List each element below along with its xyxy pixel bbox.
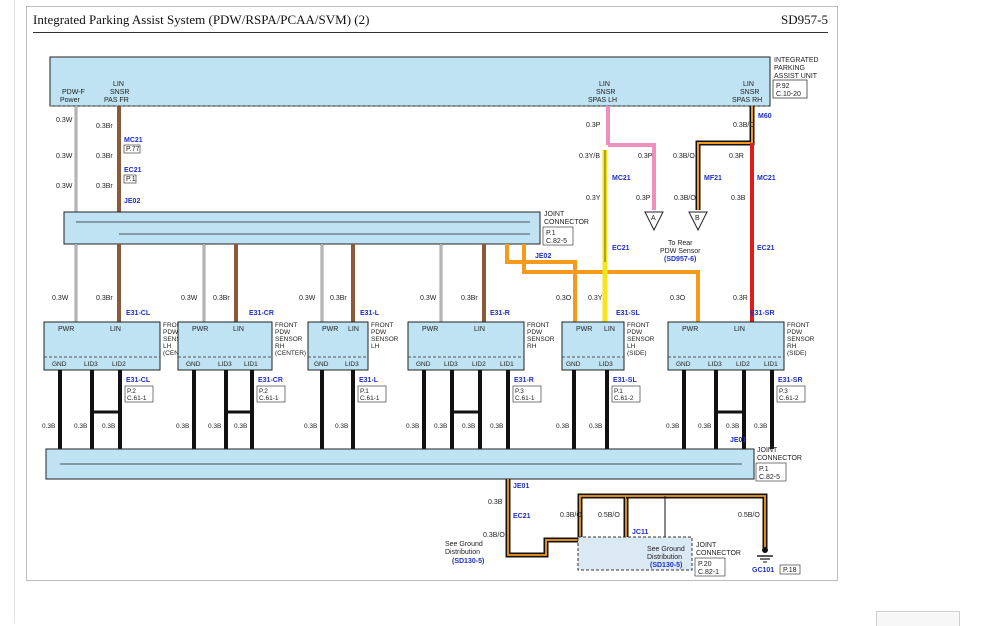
conn-jc11: JC11 <box>632 529 648 536</box>
svg-text:0.3B/O: 0.3B/O <box>560 512 582 519</box>
svg-text:CONNECTOR: CONNECTOR <box>696 550 741 557</box>
svg-text:JOINT: JOINT <box>757 447 778 454</box>
ground-see-1: See Ground <box>445 541 483 548</box>
svg-text:JOINT: JOINT <box>696 542 717 549</box>
conn-gc101: GC101 <box>752 567 774 574</box>
ref-p18: P.18 <box>783 567 797 574</box>
ground-see-2: Distribution <box>445 549 480 556</box>
svg-text:0.3B: 0.3B <box>488 499 503 506</box>
svg-text:See Ground: See Ground <box>647 546 685 553</box>
svg-text:JE01: JE01 <box>513 483 529 490</box>
conn-je01: JE01 <box>730 437 746 444</box>
svg-text:EC21: EC21 <box>513 513 531 520</box>
ground-ref: (SD130-5) <box>452 558 484 565</box>
svg-text:0.3B/O: 0.3B/O <box>483 532 505 539</box>
ground-layer: JOINT CONNECTOR P.1 C.82-5 JE01 JE01 0.3… <box>45 437 802 577</box>
svg-text:CONNECTOR: CONNECTOR <box>757 455 802 462</box>
wire-label-5bo: 0.5B/O <box>738 512 760 519</box>
svg-text:Distribution: Distribution <box>647 554 682 561</box>
svg-text:(SD130-5): (SD130-5) <box>650 562 682 569</box>
jc11-ref1: P.20 <box>698 561 712 568</box>
scroll-handle[interactable] <box>876 611 960 626</box>
svg-text:P.1: P.1 <box>759 466 769 473</box>
svg-text:0.5B/O: 0.5B/O <box>598 512 620 519</box>
page: Integrated Parking Assist System (PDW/RS… <box>0 0 1000 626</box>
jc11-ref2: C.82-1 <box>698 569 719 576</box>
ground-symbol <box>757 547 773 563</box>
svg-text:C.82-5: C.82-5 <box>759 474 780 481</box>
